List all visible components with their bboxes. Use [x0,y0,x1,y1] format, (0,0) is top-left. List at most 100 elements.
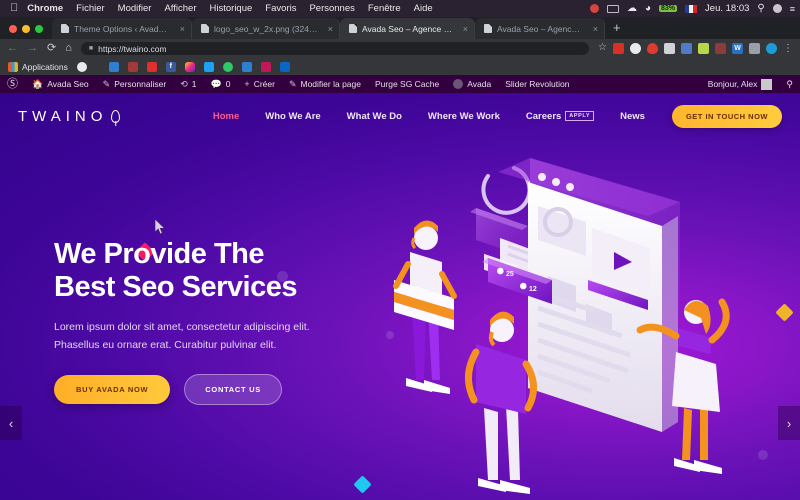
whatsapp-icon[interactable] [222,61,233,72]
maximize-window-button[interactable] [35,25,43,33]
cloud-icon[interactable] [630,43,641,54]
address-bar[interactable]: ■ https://twaino.com [80,42,590,55]
instagram-icon[interactable] [184,61,195,72]
menu-aide[interactable]: Aide [414,3,433,14]
site-logo[interactable]: TWAINO [18,107,121,125]
reload-icon[interactable]: ⟳ [47,43,56,54]
buy-avada-now-button[interactable]: BUY AVADA NOW [54,375,171,405]
nav-item-home[interactable]: Home [200,111,252,122]
hero-heading-line1: We Provide The [54,238,265,270]
battery-indicator[interactable]: 83% [659,5,678,12]
menu-historique[interactable]: Historique [210,3,253,14]
menu-personnes[interactable]: Personnes [309,3,354,14]
adminbar-search[interactable]: ⚲ [779,75,800,93]
slider-next-button[interactable]: › [778,406,800,440]
adminbar-new[interactable]: + Créer [237,75,282,93]
close-window-button[interactable] [9,25,17,33]
menu-favoris[interactable]: Favoris [265,3,296,14]
menu-chrome[interactable]: Chrome [27,3,63,14]
forward-icon[interactable]: → [27,43,38,54]
adminbar-purge-cache[interactable]: Purge SG Cache [368,75,446,93]
home-icon[interactable]: ⌂ [65,43,72,54]
nav-item-news[interactable]: News [607,111,658,122]
drive-icon[interactable] [241,61,252,72]
menu-afficher[interactable]: Afficher [164,3,196,14]
nav-item-who-we-are[interactable]: Who We Are [252,111,333,122]
close-tab-icon[interactable]: × [588,24,598,34]
linkedin-icon[interactable] [279,61,290,72]
comments-count: 0 [225,79,231,89]
customize-label: Personnaliser [114,79,167,89]
word-icon[interactable]: W [732,43,743,54]
hero-subtext: Lorem ipsum dolor sit amet, consectetur … [54,318,384,355]
siri-icon[interactable] [772,4,782,13]
hero-button-row: BUY AVADA NOW CONTACT US [54,374,384,406]
twitter-icon[interactable] [203,61,214,72]
x-icon[interactable] [715,43,726,54]
slider-prev-button[interactable]: ‹ [0,406,22,440]
pin-icon[interactable] [260,61,271,72]
menu-fichier[interactable]: Fichier [76,3,105,14]
address-url-text: https://twaino.com [98,43,167,54]
get-in-touch-button[interactable]: GET IN TOUCH NOW [671,104,782,128]
extension-red-icon[interactable] [613,43,624,54]
tab-title: Avada Seo – Agence SEO [362,23,453,34]
exit-icon[interactable] [749,43,760,54]
apps-grid-icon [8,61,18,72]
adminbar-avada[interactable]: Avada [446,75,498,93]
menubar-clock[interactable]: Jeu. 18:03 [705,3,749,14]
dropbox-icon[interactable] [589,4,599,13]
close-tab-icon[interactable]: × [323,24,333,34]
browser-tab[interactable]: Avada Seo – Agence SEO × [475,18,605,39]
chrome-icon[interactable] [76,61,87,72]
paint-icon[interactable] [698,43,709,54]
pin-location-icon[interactable] [647,43,658,54]
adminbar-site-name[interactable]: 🏠 Avada Seo [25,75,96,93]
download-icon[interactable] [681,43,692,54]
facebook-icon[interactable]: f [165,61,176,72]
nav-item-where-we-work[interactable]: Where We Work [415,111,513,122]
adminbar-customize[interactable]: ✎ Personnaliser [96,75,174,93]
close-tab-icon[interactable]: × [175,24,185,34]
browser-toolbar: ← → ⟳ ⌂ ■ https://twaino.com ☆ W ⋮ [0,39,800,58]
fr-flag-icon[interactable] [685,4,698,13]
browser-tab-active[interactable]: Avada Seo – Agence SEO × [340,18,475,39]
contact-us-button[interactable]: CONTACT US [184,374,282,406]
browser-tab[interactable]: logo_seo_w_2x.png (324×82) × [192,18,340,39]
control-center-icon[interactable]: ≡ [790,4,795,14]
grid-icon[interactable] [664,43,675,54]
adminbar-updates[interactable]: ⟲ 1 [173,75,203,93]
menu-kebab-icon[interactable]: ⋮ [783,43,793,54]
menu-modifier[interactable]: Modifier [118,3,152,14]
nav-item-careers[interactable]: Careers APPLY [513,111,607,122]
site-hero-slider: TWAINO Home Who We Are What We Do Where … [0,93,800,500]
back-icon[interactable]: ← [7,43,18,54]
chevron-right-icon: › [786,415,792,431]
spotlight-search-icon[interactable]: ⚲ [757,3,764,14]
wordpress-icon[interactable]: Ⓢ [0,75,25,93]
apple-icon[interactable]:  [10,3,18,14]
bookmark-applications[interactable]: Applications [8,61,68,72]
browser-tab[interactable]: Theme Options ‹ Avada Seo — × [52,18,192,39]
new-tab-button[interactable]: + [605,20,629,39]
wifi-icon[interactable]: ◕ [645,3,651,14]
adminbar-account[interactable]: Bonjour, Alex [701,75,780,93]
avada-icon [453,79,464,89]
cloud-icon[interactable]: ☁ [627,3,637,14]
adminbar-edit-page[interactable]: ✎ Modifier la page [282,75,368,93]
logo-text: TWAINO [18,107,108,125]
bookmark-star-icon[interactable]: ☆ [598,43,607,54]
stats-icon[interactable] [127,61,138,72]
minimize-window-button[interactable] [22,25,30,33]
adminbar-slider-revolution[interactable]: Slider Revolution [498,75,576,93]
adminbar-comments[interactable]: 💬 0 [203,75,237,93]
hero-sub-line2: Phasellus eu ornare erat. Curabitur pulv… [54,338,277,351]
lock-icon: ■ [88,45,94,52]
youtube-icon[interactable] [146,61,157,72]
mail-icon[interactable] [108,61,119,72]
profile-icon[interactable] [766,43,777,54]
close-tab-icon[interactable]: × [458,24,468,34]
menu-fenetre[interactable]: Fenêtre [368,3,401,14]
screen-icon[interactable] [606,4,619,13]
nav-item-what-we-do[interactable]: What We Do [334,111,415,122]
